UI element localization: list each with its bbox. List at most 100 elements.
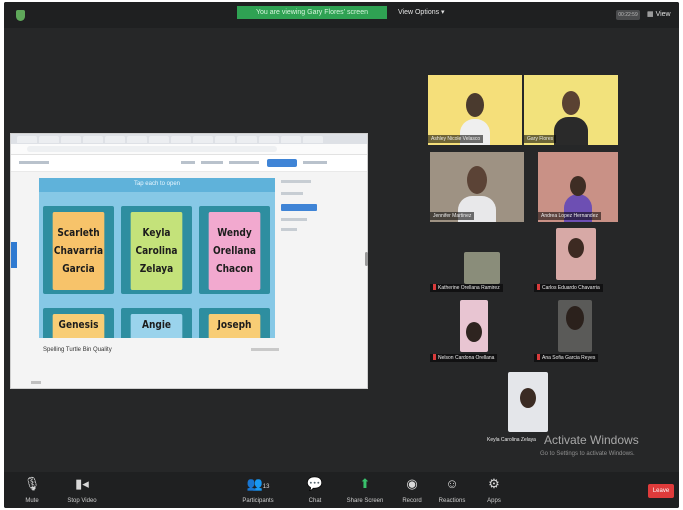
browser-tab[interactable] (39, 136, 59, 143)
name-card[interactable]: Scarleth Chavarria Garcia (43, 206, 114, 294)
card-line: Zelaya (139, 262, 174, 275)
participant-tile[interactable]: Gary Flores (524, 75, 618, 145)
participant-avatar (568, 238, 584, 258)
stop-video-button[interactable]: ▮◂ Stop Video (56, 476, 108, 504)
card-face: Keyla Carolina Zelaya (130, 212, 183, 290)
participant-name: Keyla Carolina Zelaya (487, 437, 536, 443)
browser-tab[interactable] (171, 136, 191, 143)
stop-video-label: Stop Video (67, 498, 97, 504)
site-logo[interactable] (19, 161, 49, 164)
leave-button[interactable]: Leave (648, 484, 674, 498)
card-line: Carolina (135, 244, 178, 257)
participant-avatar (467, 166, 487, 194)
participant-name: Ashley Nicole Velasco (428, 135, 484, 143)
chat-button[interactable]: 💬 Chat (289, 476, 341, 504)
activity-meta (251, 348, 279, 351)
card-line: Angie (141, 318, 172, 331)
name-card[interactable]: Wendy Orellana Chacon (199, 206, 270, 294)
participant-tile[interactable]: Ana Sofia Garcia Reyes (534, 300, 624, 366)
browser-tab[interactable] (17, 136, 37, 143)
view-button[interactable]: ▦ View (647, 10, 671, 18)
participant-body (554, 117, 588, 145)
participant-tile[interactable]: Jennifer Martinez (430, 152, 524, 222)
wordwall-board[interactable]: Tap each to open Scarleth Chavarria Garc… (39, 178, 275, 338)
site-nav-link[interactable] (201, 161, 223, 164)
browser-tab[interactable] (303, 136, 323, 143)
zoom-meeting-window: You are viewing Gary Flores' screen View… (4, 2, 679, 508)
participant-avatar (466, 93, 484, 117)
card-face: Joseph (208, 314, 261, 338)
muted-mic-icon (537, 284, 540, 290)
card-face: Angie (130, 314, 183, 338)
participant-avatar (566, 306, 584, 330)
share-screen-button[interactable]: ⬆ Share Screen (339, 476, 391, 504)
card-line: Joseph (217, 318, 252, 331)
card-face: Wendy Orellana Chacon (208, 212, 261, 290)
site-header (11, 155, 367, 172)
shield-icon[interactable] (16, 10, 25, 21)
view-label: View (655, 11, 671, 18)
card-line: Keyla (142, 226, 171, 239)
participant-name: Nelson Cardona Orellana (438, 355, 495, 361)
browser-tab[interactable] (127, 136, 147, 143)
panel-line (281, 228, 297, 231)
site-nav-link[interactable] (303, 161, 327, 164)
participant-name: Andrea Lopez Hernandez (538, 212, 601, 220)
view-options-menu[interactable]: View Options ▾ (398, 8, 445, 16)
site-nav-link[interactable] (181, 161, 195, 164)
board-header: Tap each to open (39, 178, 275, 192)
browser-tab[interactable] (193, 136, 213, 143)
site-share-button[interactable] (267, 159, 297, 167)
browser-tab[interactable] (105, 136, 125, 143)
screen-share-banner[interactable]: You are viewing Gary Flores' screen (237, 6, 387, 19)
social-share-bar[interactable] (11, 242, 17, 268)
muted-mic-icon (433, 354, 436, 360)
activity-side-panel (281, 178, 321, 238)
apps-button[interactable]: ⚙ Apps (468, 476, 520, 504)
participant-tile[interactable]: Katherine Orellana Ramirez (430, 248, 524, 296)
participant-tile[interactable]: Carlos Eduardo Chavarria (534, 226, 624, 296)
resize-handle[interactable] (365, 252, 368, 266)
participants-button[interactable]: 👥13 Participants (232, 476, 284, 504)
participant-name-bar: Katherine Orellana Ramirez (430, 284, 503, 292)
participant-name: Gary Flores (524, 135, 557, 143)
muted-mic-icon (537, 354, 540, 360)
name-card[interactable]: Joseph (199, 308, 270, 338)
card-line: Garcia (62, 262, 95, 275)
panel-action-button[interactable] (281, 204, 317, 211)
browser-tab[interactable] (215, 136, 235, 143)
card-line: Wendy (217, 226, 252, 239)
browser-tab[interactable] (61, 136, 81, 143)
card-line: Scarleth (57, 226, 100, 239)
mute-button[interactable]: 🎙 Mute (6, 476, 58, 504)
participant-tile[interactable]: Andrea Lopez Hernandez (538, 152, 618, 222)
card-line: Chavarria (53, 244, 104, 257)
panel-line (281, 218, 307, 221)
browser-tab[interactable] (149, 136, 169, 143)
browser-tab[interactable] (237, 136, 257, 143)
top-bar: You are viewing Gary Flores' screen View… (4, 2, 679, 28)
participant-tile[interactable]: Nelson Cardona Orellana (430, 300, 524, 366)
participant-name: Ana Sofia Garcia Reyes (542, 355, 596, 361)
card-line: Genesis (58, 318, 99, 331)
participant-name-bar: Carlos Eduardo Chavarria (534, 284, 603, 292)
site-nav-link[interactable] (229, 161, 259, 164)
name-card[interactable]: Keyla Carolina Zelaya (121, 206, 192, 294)
shared-screen[interactable]: Tap each to open Scarleth Chavarria Garc… (10, 133, 368, 389)
participant-tile[interactable]: Ashley Nicole Velasco (428, 75, 522, 145)
participants-count: 13 (262, 484, 270, 490)
share-screen-label: Share Screen (346, 498, 384, 504)
browser-tab[interactable] (259, 136, 279, 143)
activate-windows-subtitle: Go to Settings to activate Windows. (540, 451, 635, 457)
share-screen-icon: ⬆ (359, 476, 371, 491)
name-card[interactable]: Angie (121, 308, 192, 338)
browser-tab[interactable] (281, 136, 301, 143)
panel-line (281, 180, 311, 183)
browser-tab[interactable] (83, 136, 103, 143)
name-card[interactable]: Genesis (43, 308, 114, 338)
url-field[interactable] (27, 146, 277, 152)
participant-avatar (562, 91, 580, 115)
chat-label: Chat (308, 498, 322, 504)
microphone-icon: 🎙 (23, 476, 41, 491)
card-face: Scarleth Chavarria Garcia (52, 212, 105, 290)
